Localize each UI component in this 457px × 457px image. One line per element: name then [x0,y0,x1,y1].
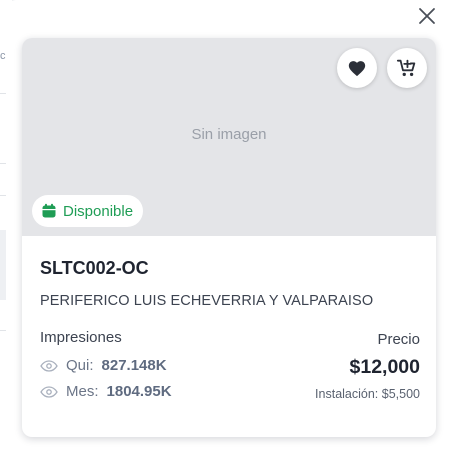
eye-icon [40,385,58,398]
card-info: SLTC002-OC PERIFERICO LUIS ECHEVERRIA Y … [40,258,420,409]
heart-icon [348,61,366,77]
price-label: Precio [377,331,420,348]
billboard-card: Sin imagen Disponible SLTC002-OC PERIFER… [22,38,436,437]
stats-row: Impresiones Qui: 827.148K Mes: 1804.95K … [40,329,420,409]
billboard-address: PERIFERICO LUIS ECHEVERRIA Y VALPARAISO [40,293,374,309]
metric-label: Mes: [66,383,99,400]
cart-add-icon [396,59,416,77]
calendar-icon [42,203,56,218]
impressions-monthly: Mes: 1804.95K [40,383,172,400]
status-badge: Disponible [32,195,144,227]
product-modal: Sin imagen Disponible SLTC002-OC PERIFER… [6,0,457,457]
image-placeholder: Sin imagen Disponible [22,38,436,236]
billboard-code: SLTC002-OC [40,258,149,278]
eye-icon [40,359,58,372]
close-icon [419,8,435,24]
no-image-text: Sin imagen [191,126,267,143]
price-block: Precio $12,000 Instalación: $5,500 [315,329,420,401]
price-value: $12,000 [349,356,421,378]
impressions-biweekly: Qui: 827.148K [40,357,167,374]
metric-value: 1804.95K [106,383,172,400]
add-to-cart-button[interactable] [387,48,427,88]
status-text: Disponible [63,202,134,220]
metric-value: 827.148K [101,357,167,374]
favorite-button[interactable] [337,48,377,88]
installation-price: Instalación: $5,500 [315,387,420,401]
background-fragment: c [0,50,6,62]
close-button[interactable] [417,6,437,26]
metric-label: Qui: [66,357,94,374]
